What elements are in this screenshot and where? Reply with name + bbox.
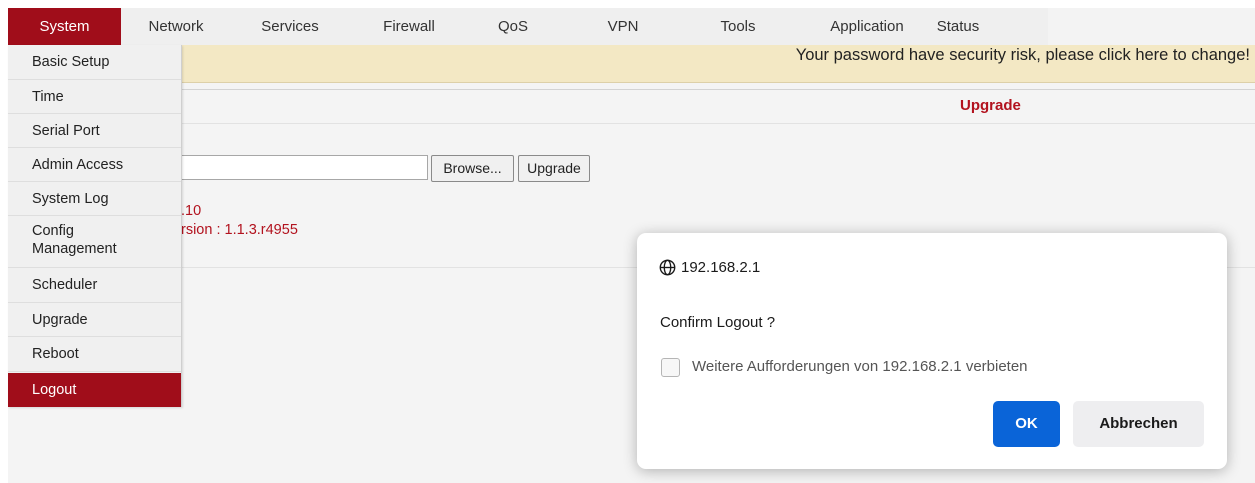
build-version-text: rsion : 1.1.3.r4955 <box>181 222 298 238</box>
globe-icon <box>659 259 676 276</box>
divider <box>181 123 1255 124</box>
divider <box>181 89 1255 90</box>
nav-qos[interactable]: QoS <box>483 8 543 45</box>
firmware-file-input[interactable] <box>181 155 428 180</box>
page-title: Upgrade <box>960 97 1021 114</box>
menu-item-config-management[interactable]: Config Management <box>8 216 181 268</box>
password-warning-link[interactable]: Your password have security risk, please… <box>796 46 1250 65</box>
system-dropdown-menu: Basic Setup Time Serial Port Admin Acces… <box>8 45 182 407</box>
nav-status[interactable]: Status <box>923 8 993 45</box>
dialog-message: Confirm Logout ? <box>660 314 776 331</box>
menu-item-logout[interactable]: Logout <box>8 373 181 407</box>
logout-confirm-dialog: 192.168.2.1 Confirm Logout ? Weitere Auf… <box>637 233 1227 469</box>
nav-application[interactable]: Application <box>817 8 917 45</box>
menu-item-admin-access[interactable]: Admin Access <box>8 148 181 182</box>
block-prompts-label[interactable]: Weitere Aufforderungen von 192.168.2.1 v… <box>692 358 1028 375</box>
nav-system[interactable]: System <box>8 8 121 45</box>
nav-firewall[interactable]: Firewall <box>369 8 449 45</box>
dialog-origin: 192.168.2.1 <box>659 259 760 276</box>
ok-button[interactable]: OK <box>993 401 1060 447</box>
menu-item-upgrade[interactable]: Upgrade <box>8 303 181 337</box>
browse-button[interactable]: Browse... <box>431 155 514 182</box>
nav-services[interactable]: Services <box>250 8 330 45</box>
dialog-origin-host: 192.168.2.1 <box>681 259 761 276</box>
nav-vpn[interactable]: VPN <box>593 8 653 45</box>
block-prompts-checkbox[interactable] <box>661 358 680 377</box>
menu-item-serial-port[interactable]: Serial Port <box>8 114 181 148</box>
nav-tools[interactable]: Tools <box>708 8 768 45</box>
version-text: .10 <box>181 203 202 219</box>
upgrade-button[interactable]: Upgrade <box>518 155 590 182</box>
cancel-button[interactable]: Abbrechen <box>1073 401 1204 447</box>
menu-item-system-log[interactable]: System Log <box>8 182 181 216</box>
menu-item-scheduler[interactable]: Scheduler <box>8 268 181 303</box>
nav-network[interactable]: Network <box>136 8 216 45</box>
menu-item-basic-setup[interactable]: Basic Setup <box>8 45 181 80</box>
top-navigation: System Network Services Firewall QoS VPN… <box>8 8 1048 46</box>
menu-item-reboot[interactable]: Reboot <box>8 337 181 372</box>
menu-item-label: Config Management <box>32 223 117 257</box>
menu-item-time[interactable]: Time <box>8 80 181 114</box>
password-warning-bar: Your password have security risk, please… <box>8 45 1255 83</box>
